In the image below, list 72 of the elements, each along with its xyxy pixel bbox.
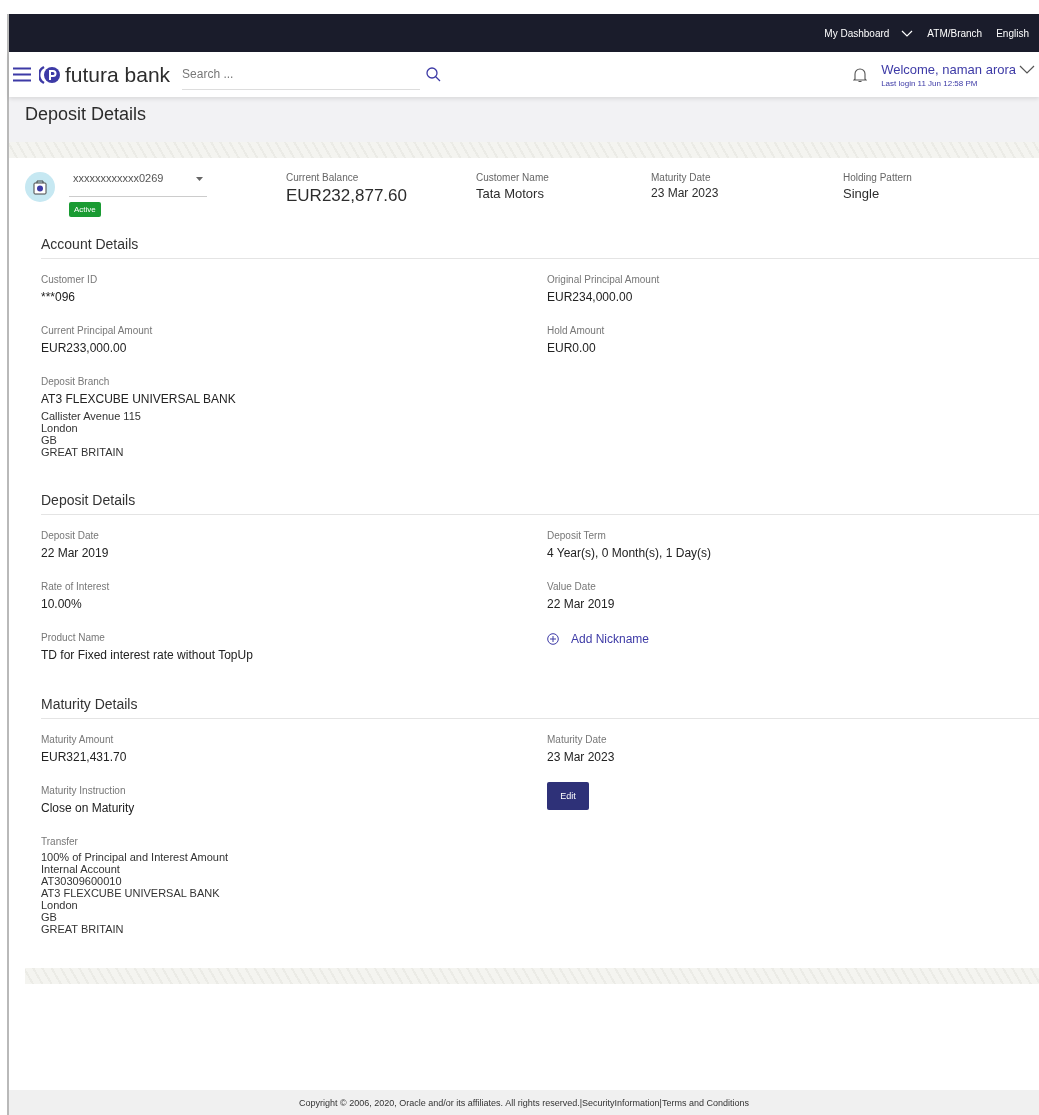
address-line: AT30309600010 (41, 875, 123, 887)
field-value: ***096 (41, 290, 77, 304)
dashboard-menu[interactable]: My Dashboard (824, 27, 914, 39)
account-selector[interactable]: xxxxxxxxxxxx0269 (69, 172, 207, 197)
section-title: Maturity Details (41, 696, 1039, 719)
field-value: 22 Mar 2019 (547, 597, 616, 611)
field-label: Hold Amount (547, 325, 606, 336)
address-line: GREAT BRITAIN (41, 923, 125, 935)
field-label: Maturity Instruction (41, 785, 127, 796)
field-value: 22 Mar 2019 (41, 546, 110, 560)
edit-button[interactable]: Edit (547, 782, 589, 810)
field-value: EUR233,000.00 (41, 341, 128, 355)
field-value: 4 Year(s), 0 Month(s), 1 Day(s) (547, 546, 713, 560)
section-title: Deposit Details (41, 492, 1039, 515)
field-label: Deposit Branch (41, 376, 111, 387)
field-label: Deposit Term (547, 530, 607, 541)
field-label: Original Principal Amount (547, 274, 661, 285)
address-line: Internal Account (41, 863, 121, 875)
summary-value: Single (843, 186, 881, 201)
menu-icon[interactable] (13, 67, 31, 82)
field-label: Current Principal Amount (41, 325, 154, 336)
last-login-text: Last login 11 Jun 12:58 PM (881, 78, 979, 88)
summary-value: EUR232,877.60 (286, 186, 408, 206)
field-label: Value Date (547, 581, 597, 592)
field-value: TD for Fixed interest rate without TopUp (41, 648, 254, 662)
bell-icon[interactable] (853, 66, 868, 83)
summary-label: Holding Pattern (843, 172, 913, 183)
search-field[interactable]: Search ... (182, 59, 421, 90)
status-badge: Active (69, 202, 101, 217)
address-line: GB (41, 911, 58, 923)
section-title: Account Details (41, 236, 1039, 259)
page-title: Deposit Details (25, 104, 148, 125)
summary-value: 23 Mar 2023 (651, 186, 720, 200)
field-value: 10.00% (41, 597, 83, 611)
address-line: AT3 FLEXCUBE UNIVERSAL BANK (41, 887, 221, 899)
summary-value: Tata Motors (476, 186, 545, 201)
address-line: GB (41, 434, 58, 446)
field-label: Maturity Date (547, 734, 608, 745)
field-label: Transfer (41, 836, 79, 847)
field-value: AT3 FLEXCUBE UNIVERSAL BANK (41, 392, 237, 406)
caret-icon (196, 177, 203, 181)
field-value: EUR0.00 (547, 341, 597, 355)
field-value: EUR234,000.00 (547, 290, 634, 304)
address-line: 100% of Principal and Interest Amount (41, 851, 230, 863)
top-bar-link[interactable]: ATM/Branch (927, 27, 983, 39)
welcome-text[interactable]: Welcome, naman arora (881, 61, 1016, 77)
field-label: Product Name (41, 632, 106, 643)
top-bar-link[interactable]: English (996, 27, 1029, 39)
summary-label: Customer Name (476, 172, 550, 183)
search-icon[interactable] (426, 67, 442, 82)
plus-circle-icon (547, 633, 559, 645)
field-value: 23 Mar 2023 (547, 750, 616, 764)
summary-label: Maturity Date (651, 172, 712, 183)
field-label: Rate of Interest (41, 581, 111, 592)
field-value: Close on Maturity (41, 801, 136, 815)
address-line: GREAT BRITAIN (41, 446, 125, 458)
address-line: London (41, 422, 79, 434)
footer-link[interactable]: SecurityInformation (582, 1097, 660, 1108)
summary-label: Current Balance (286, 172, 360, 183)
copyright-text: Copyright © 2006, 2020, Oracle and/or its affiliates. All rights reserved.|SecurityInformation|Terms and Conditions (299, 1097, 749, 1108)
chevron-down-icon (901, 29, 914, 37)
address-line: Callister Avenue 115 (41, 410, 142, 422)
field-label: Customer ID (41, 274, 99, 285)
chevron-down-icon[interactable] (1019, 65, 1035, 74)
brand-name: futura bank (65, 62, 171, 87)
logo-icon (39, 64, 61, 85)
add-nickname-link[interactable]: Add Nickname (547, 632, 1039, 646)
address-line: London (41, 899, 79, 911)
field-label: Deposit Date (41, 530, 100, 541)
field-label: Maturity Amount (41, 734, 115, 745)
field-value: EUR321,431.70 (41, 750, 128, 764)
deposit-icon (33, 179, 47, 195)
